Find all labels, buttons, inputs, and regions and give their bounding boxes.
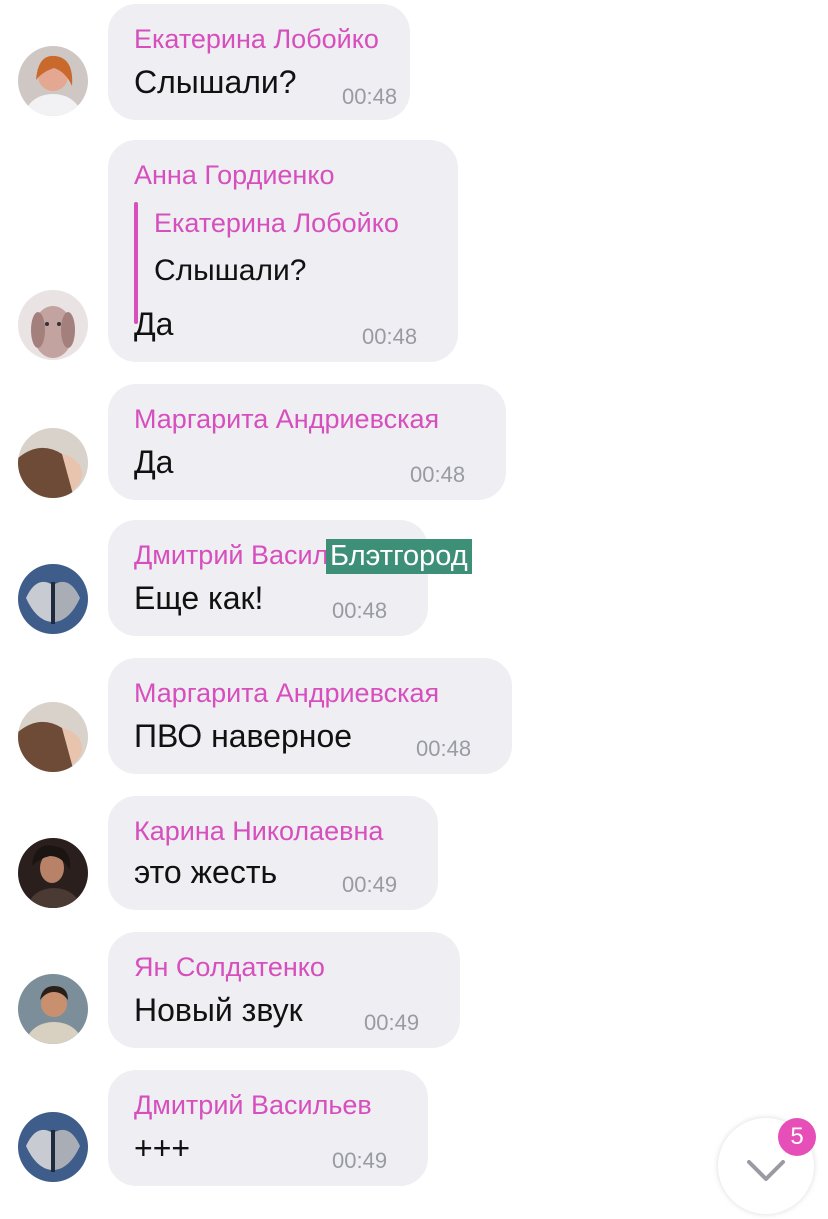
avatar[interactable] <box>18 1112 88 1182</box>
sender-name[interactable]: Екатерина Лобойко <box>134 24 379 55</box>
message-text: +++ <box>134 1130 191 1166</box>
message-text: Еще как! <box>134 580 264 616</box>
message-time: 00:48 <box>410 462 466 487</box>
avatar[interactable] <box>18 46 88 116</box>
message-bubble[interactable]: Ян Солдатенко Новый звук 00:49 <box>108 932 460 1048</box>
sender-name[interactable]: Маргарита Андриевская <box>134 678 439 709</box>
message-text: Да <box>134 306 174 342</box>
sender-name[interactable]: Карина Николаевна <box>134 816 383 847</box>
unread-count-badge: 5 <box>778 1118 816 1156</box>
message-text: ПВО наверное <box>134 718 353 754</box>
message-bubble[interactable]: Маргарита Андриевская ПВО наверное 00:48 <box>108 658 512 774</box>
message-bubble[interactable]: Дмитрий Васильев Еще как! 00:48 <box>108 520 428 636</box>
avatar[interactable] <box>18 702 88 772</box>
reply-text: Слышали? <box>154 254 307 287</box>
sender-name[interactable]: Анна Гордиенко <box>134 160 334 191</box>
avatar[interactable] <box>18 290 88 360</box>
message-time: 00:48 <box>416 736 472 761</box>
message-text: Новый звук <box>134 992 303 1028</box>
message-time: 00:48 <box>342 84 398 109</box>
message-time: 00:49 <box>342 872 398 897</box>
message-bubble[interactable]: Карина Николаевна это жесть 00:49 <box>108 796 438 910</box>
avatar[interactable] <box>18 838 88 908</box>
message-text: Слышали? <box>134 64 297 100</box>
message-bubble[interactable]: Анна Гордиенко Екатерина Лобойко Слышали… <box>108 140 458 362</box>
avatar[interactable] <box>18 428 88 498</box>
message-bubble[interactable]: Маргарита Андриевская Да 00:48 <box>108 384 506 500</box>
avatar[interactable] <box>18 974 88 1044</box>
message-text: это жесть <box>134 854 278 890</box>
sender-name[interactable]: Дмитрий Васильев <box>134 1090 372 1121</box>
watermark: Блэтгород <box>326 539 472 574</box>
avatar[interactable] <box>18 564 88 634</box>
reply-sender-name[interactable]: Екатерина Лобойко <box>154 208 399 239</box>
message-text: Да <box>134 444 174 480</box>
sender-name[interactable]: Ян Солдатенко <box>134 952 325 983</box>
sender-name[interactable]: Маргарита Андриевская <box>134 404 439 435</box>
message-time: 00:49 <box>332 1148 388 1173</box>
message-time: 00:49 <box>364 1010 420 1035</box>
message-time: 00:48 <box>332 598 388 623</box>
message-bubble[interactable]: Дмитрий Васильев +++ 00:49 <box>108 1070 428 1186</box>
message-bubble[interactable]: Екатерина Лобойко Слышали? 00:48 <box>108 4 410 120</box>
message-time: 00:48 <box>362 324 418 349</box>
